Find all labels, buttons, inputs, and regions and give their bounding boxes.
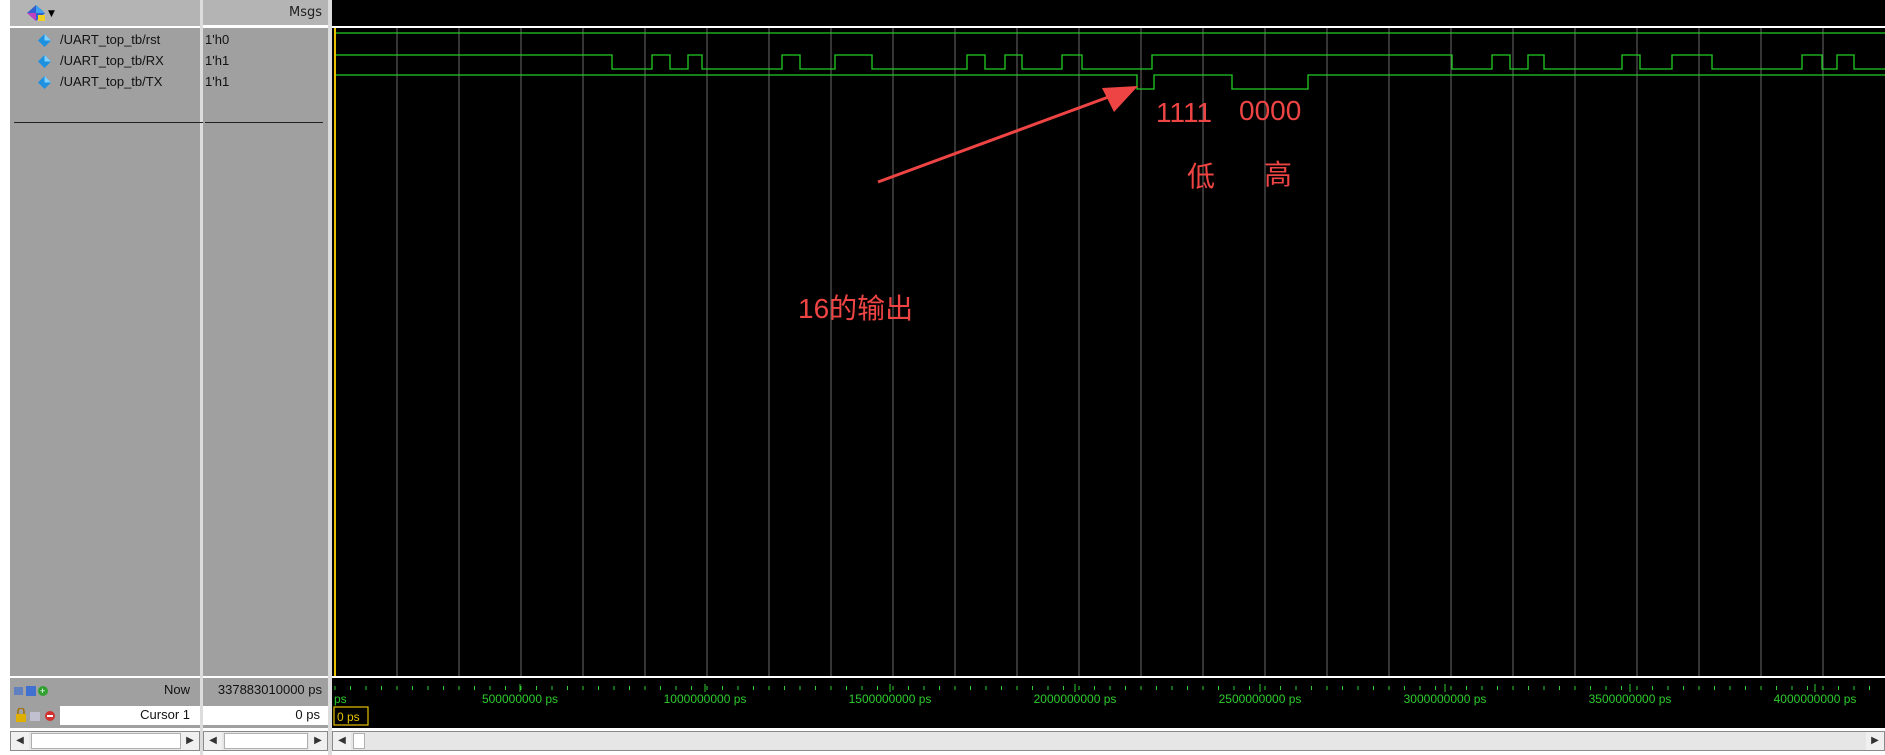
- signal-name-label: /UART_top_tb/TX: [60, 74, 163, 89]
- timeline-tick-label: 3500000000 ps: [1589, 692, 1672, 706]
- time-grid: [396, 28, 1824, 676]
- scroll-thumb[interactable]: [31, 733, 181, 749]
- chevron-down-icon[interactable]: ▼: [48, 9, 55, 19]
- now-value: 337883010000 ps: [217, 682, 322, 697]
- scroll-thumb[interactable]: [224, 733, 308, 749]
- signal-values-pane: 1'h0 1'h1 1'h1: [203, 28, 328, 676]
- cursor-value-field[interactable]: 0 ps: [203, 706, 328, 725]
- annotation-label-low: 低: [1187, 161, 1215, 192]
- scroll-left-icon[interactable]: ◀: [204, 732, 222, 750]
- annotation-label-high: 高: [1264, 159, 1292, 190]
- scroll-left-icon[interactable]: ◀: [333, 732, 351, 750]
- timeline-tick-label: 4000000000 ps: [1774, 692, 1857, 706]
- timeline-tick-label: 2000000000 ps: [1034, 692, 1117, 706]
- wave-add-icon[interactable]: [26, 4, 46, 22]
- scroll-right-icon[interactable]: ▶: [309, 732, 327, 750]
- scroll-right-icon[interactable]: ▶: [1866, 732, 1884, 750]
- timeline-svg: ps 500000000 ps 1000000000 ps 1500000000 p…: [333, 684, 1870, 726]
- annotation-note: 16的输出: [798, 293, 913, 324]
- scroll-left-icon[interactable]: ◀: [11, 732, 29, 750]
- timeline-ticks: [334, 684, 1870, 692]
- signal-names-pane: /UART_top_tb/rst /UART_top_tb/RX /UART_t…: [10, 28, 204, 676]
- cursor-label: Cursor 1: [140, 707, 190, 722]
- timeline-ruler[interactable]: ps 500000000 ps 1000000000 ps 1500000000 p…: [332, 678, 1885, 728]
- names-horizontal-scrollbar[interactable]: ◀ ▶: [10, 731, 200, 751]
- timeline-tick-label: 500000000 ps: [482, 692, 558, 706]
- cursor-time-tag-label: 0 ps: [337, 710, 360, 724]
- now-label: Now: [163, 682, 190, 697]
- timeline-tick-label: 2500000000 ps: [1219, 692, 1302, 706]
- waveform-svg: 1111 0000 低 高 16的输出: [334, 28, 1885, 676]
- signal-value-rst: 1'h0: [205, 32, 230, 47]
- scroll-right-icon[interactable]: ▶: [181, 732, 199, 750]
- cursor-name-field[interactable]: Cursor 1: [60, 706, 200, 725]
- cursor-lock-icons[interactable]: [14, 708, 58, 723]
- waveform-canvas[interactable]: 1111 0000 低 高 16的输出: [332, 28, 1885, 676]
- svg-text:+: +: [40, 686, 45, 696]
- wave-horizontal-scrollbar[interactable]: ◀ ▶: [332, 731, 1885, 751]
- timeline-tick-label: 1500000000 ps: [849, 692, 932, 706]
- signal-diamond-icon: [38, 55, 51, 68]
- wave-trace-rx: [335, 54, 1885, 70]
- footer-labels: + Now Cursor 1: [10, 678, 200, 728]
- annotation-arrow: [877, 86, 1138, 184]
- annotation-bits-low: 1111: [1156, 97, 1212, 128]
- wave-header-strip: [332, 0, 1885, 28]
- annotation-bits-high: 0000: [1239, 95, 1301, 126]
- footer-values: 337883010000 ps 0 ps: [203, 678, 328, 728]
- signal-name-label: /UART_top_tb/RX: [60, 53, 164, 68]
- timeline-tick-label: 1000000000 ps: [664, 692, 747, 706]
- signal-value-tx: 1'h1: [205, 74, 230, 89]
- selected-row-underline: [14, 122, 204, 123]
- signal-value-rx: 1'h1: [205, 53, 230, 68]
- timeline-start-label: ps: [334, 692, 347, 706]
- signal-diamond-icon: [38, 34, 51, 47]
- wave-trace-tx: [335, 74, 1885, 90]
- signal-name-label: /UART_top_tb/rst: [60, 32, 161, 47]
- zoom-tool-icons[interactable]: +: [12, 684, 72, 698]
- left-margin: [0, 0, 10, 755]
- signal-diamond-icon: [38, 76, 51, 89]
- msgs-column-header: Msgs: [203, 0, 328, 26]
- values-horizontal-scrollbar[interactable]: ◀ ▶: [203, 731, 328, 751]
- cursor-value: 0 ps: [295, 707, 320, 722]
- timeline-tick-label: 3000000000 ps: [1404, 692, 1487, 706]
- scroll-thumb[interactable]: [353, 733, 365, 749]
- selected-row-underline: [205, 122, 323, 123]
- header-toolbar: ▼: [10, 0, 200, 27]
- signal-traces: [335, 32, 1885, 90]
- timeline-labels: 500000000 ps 1000000000 ps 1500000000 ps 20…: [482, 692, 1856, 706]
